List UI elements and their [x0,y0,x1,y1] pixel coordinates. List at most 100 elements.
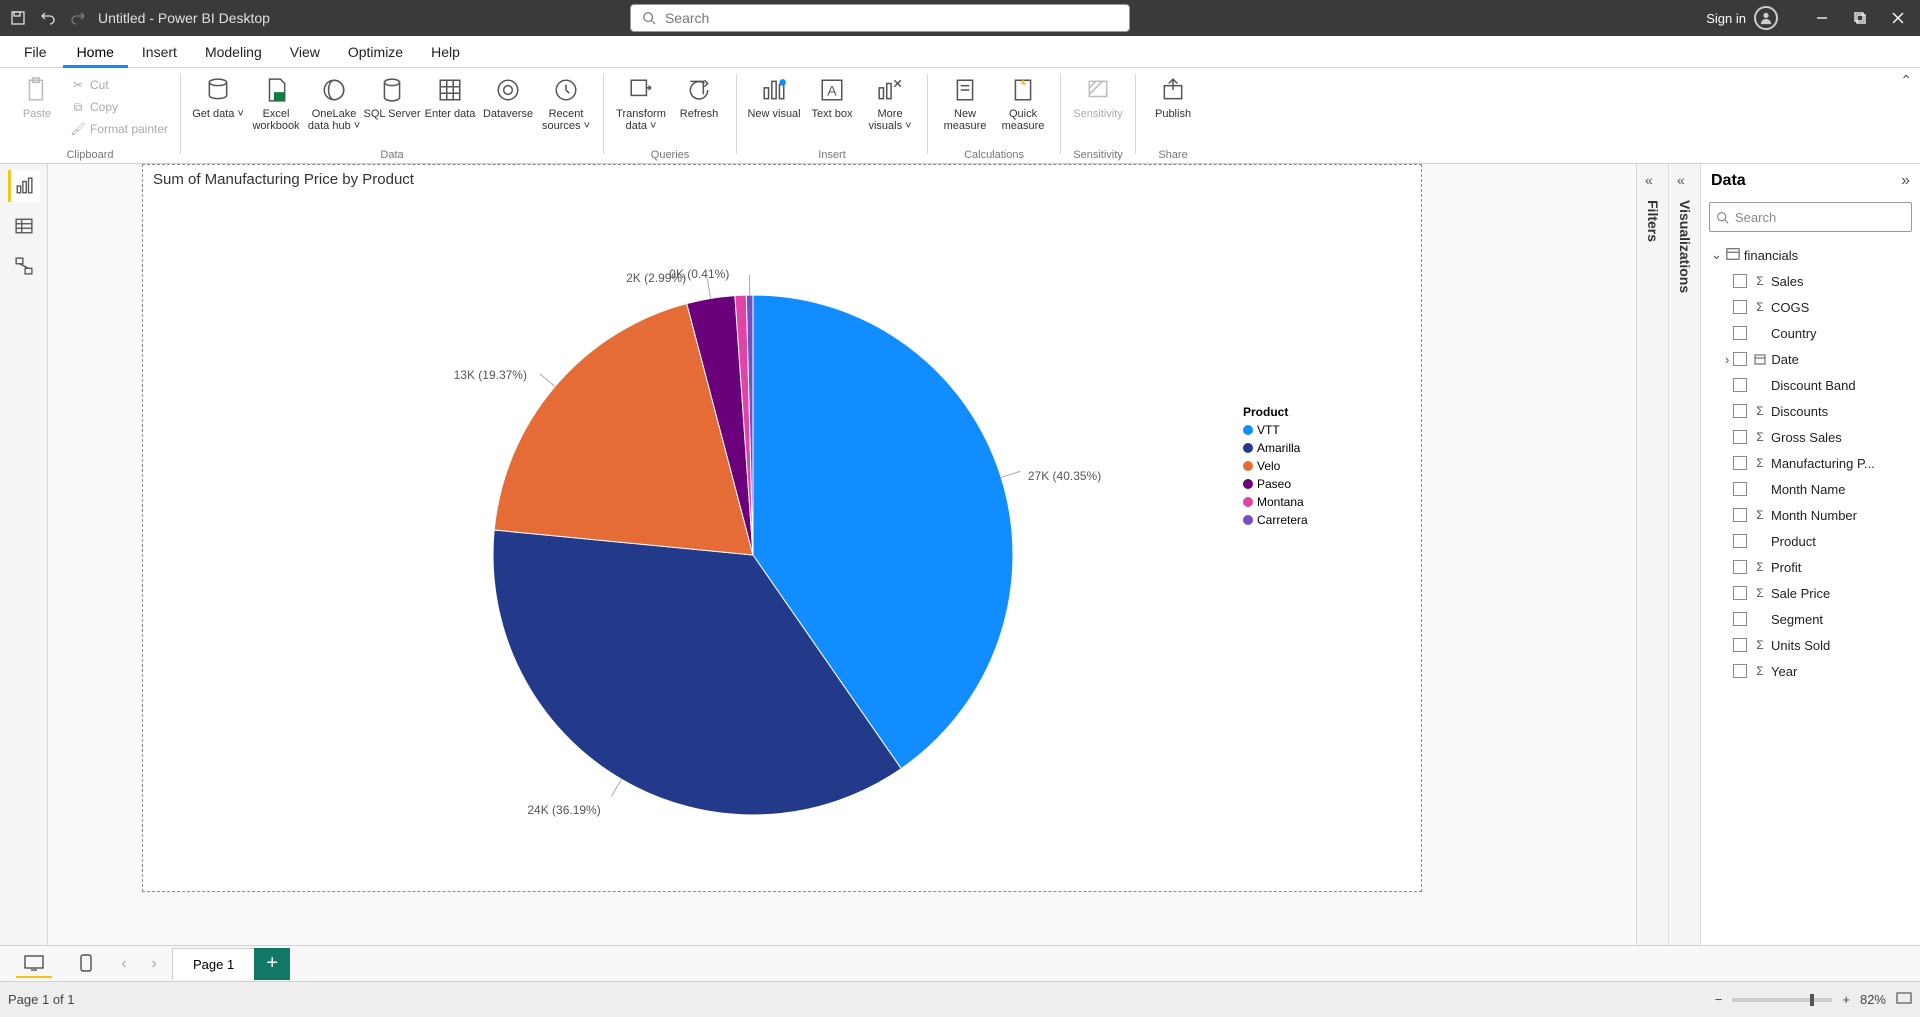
field-item[interactable]: ΣSale Price [1707,580,1914,606]
field-name: COGS [1771,300,1809,315]
redo-icon[interactable] [68,8,88,28]
get-data-button[interactable]: Get data ˅ [189,72,247,144]
legend-item[interactable]: Paseo [1243,477,1308,491]
sign-in-link[interactable]: Sign in [1706,11,1746,26]
field-checkbox[interactable] [1733,300,1747,314]
add-page-button[interactable]: + [254,948,290,980]
field-item[interactable]: ΣDiscounts [1707,398,1914,424]
field-checkbox[interactable] [1733,456,1747,470]
tab-optimize[interactable]: Optimize [334,36,417,68]
field-checkbox[interactable] [1733,508,1747,522]
report-canvas[interactable]: Sum of Manufacturing Price by Product 27… [48,164,1636,981]
more-visuals-button[interactable]: More visuals ˅ [861,72,919,144]
field-item[interactable]: Product [1707,528,1914,554]
tab-insert[interactable]: Insert [128,36,191,68]
field-checkbox[interactable] [1733,612,1747,626]
field-item[interactable]: ΣSales [1707,268,1914,294]
user-avatar-icon[interactable] [1754,6,1778,30]
undo-icon[interactable] [38,8,58,28]
field-item[interactable]: ΣProfit [1707,554,1914,580]
fit-page-button[interactable] [1896,992,1912,1007]
global-search-input[interactable]: Search [630,4,1130,32]
expand-pane-icon[interactable]: » [1901,172,1910,190]
dataverse-button[interactable]: Dataverse [479,72,537,144]
enter-data-button[interactable]: Enter data [421,72,479,144]
field-item[interactable]: ΣYear [1707,658,1914,684]
field-checkbox[interactable] [1733,378,1747,392]
publish-button[interactable]: Publish [1144,72,1202,144]
refresh-button[interactable]: Refresh [670,72,728,144]
field-checkbox[interactable] [1733,404,1747,418]
field-checkbox[interactable] [1733,586,1747,600]
excel-workbook-icon [260,74,292,106]
excel-workbook-button[interactable]: Excel workbook [247,72,305,144]
visualizations-pane-collapsed[interactable]: « Visualizations [1668,164,1700,981]
field-item[interactable]: ΣManufacturing P... [1707,450,1914,476]
filters-pane-collapsed[interactable]: « Filters [1636,164,1668,981]
legend-item[interactable]: Amarilla [1243,441,1308,455]
maximize-button[interactable] [1846,8,1874,28]
data-search-input[interactable]: Search [1709,202,1912,232]
zoom-slider[interactable] [1732,998,1832,1002]
field-item[interactable]: Segment [1707,606,1914,632]
onelake-hub-button[interactable]: OneLake data hub ˅ [305,72,363,144]
text-box-button[interactable]: A Text box [803,72,861,144]
pie-visual[interactable]: Sum of Manufacturing Price by Product 27… [142,164,1422,892]
field-checkbox[interactable] [1733,326,1747,340]
save-icon[interactable] [8,8,28,28]
field-checkbox[interactable] [1733,638,1747,652]
zoom-out-button[interactable]: − [1715,992,1723,1007]
tab-help[interactable]: Help [417,36,474,68]
new-measure-button[interactable]: New measure [936,72,994,144]
tab-file[interactable]: File [8,36,63,68]
field-checkbox[interactable] [1733,664,1747,678]
field-item[interactable]: ΣMonth Number [1707,502,1914,528]
field-name: Sales [1771,274,1804,289]
next-page-button[interactable]: › [144,954,164,974]
tab-view[interactable]: View [276,36,334,68]
status-bar: Page 1 of 1 − + 82% [0,981,1920,1017]
field-item[interactable]: ΣGross Sales [1707,424,1914,450]
recent-sources-button[interactable]: Recent sources ˅ [537,72,595,144]
field-item[interactable]: ΣUnits Sold [1707,632,1914,658]
legend-item[interactable]: VTT [1243,423,1308,437]
transform-data-button[interactable]: Transform data ˅ [612,72,670,144]
field-item[interactable]: ›Date [1707,346,1914,372]
sql-server-button[interactable]: SQL Server [363,72,421,144]
close-button[interactable] [1884,8,1912,28]
field-checkbox[interactable] [1733,430,1747,444]
sensitivity-button: Sensitivity [1069,72,1127,144]
quick-measure-button[interactable]: Quick measure [994,72,1052,144]
field-item[interactable]: Discount Band [1707,372,1914,398]
prev-page-button[interactable]: ‹ [114,954,134,974]
field-checkbox[interactable] [1733,560,1747,574]
new-visual-button[interactable]: New visual [745,72,803,144]
legend-item[interactable]: Montana [1243,495,1308,509]
page-tab-bar: ‹ › Page 1 + [0,945,1920,981]
field-checkbox[interactable] [1733,534,1747,548]
field-checkbox[interactable] [1733,352,1747,366]
field-checkbox[interactable] [1733,274,1747,288]
field-name: Gross Sales [1771,430,1842,445]
minimize-button[interactable] [1808,8,1836,28]
field-checkbox[interactable] [1733,482,1747,496]
legend-item[interactable]: Carretera [1243,513,1308,527]
report-view-button[interactable] [8,170,40,202]
zoom-in-button[interactable]: + [1842,992,1850,1007]
table-name: financials [1744,248,1798,263]
field-item[interactable]: Month Name [1707,476,1914,502]
tab-modeling[interactable]: Modeling [191,36,276,68]
legend-label: Amarilla [1257,441,1300,455]
legend-item[interactable]: Velo [1243,459,1308,473]
model-view-button[interactable] [8,250,40,282]
desktop-layout-button[interactable] [16,950,52,978]
tab-home[interactable]: Home [63,36,128,68]
page-tab[interactable]: Page 1 [172,948,255,980]
field-item[interactable]: Country [1707,320,1914,346]
search-placeholder: Search [665,10,709,26]
table-view-button[interactable] [8,210,40,242]
table-node[interactable]: ⌄ financials [1707,242,1914,268]
collapse-ribbon-button[interactable]: ⌃ [1900,72,1912,89]
field-item[interactable]: ΣCOGS [1707,294,1914,320]
mobile-layout-button[interactable] [68,950,104,978]
